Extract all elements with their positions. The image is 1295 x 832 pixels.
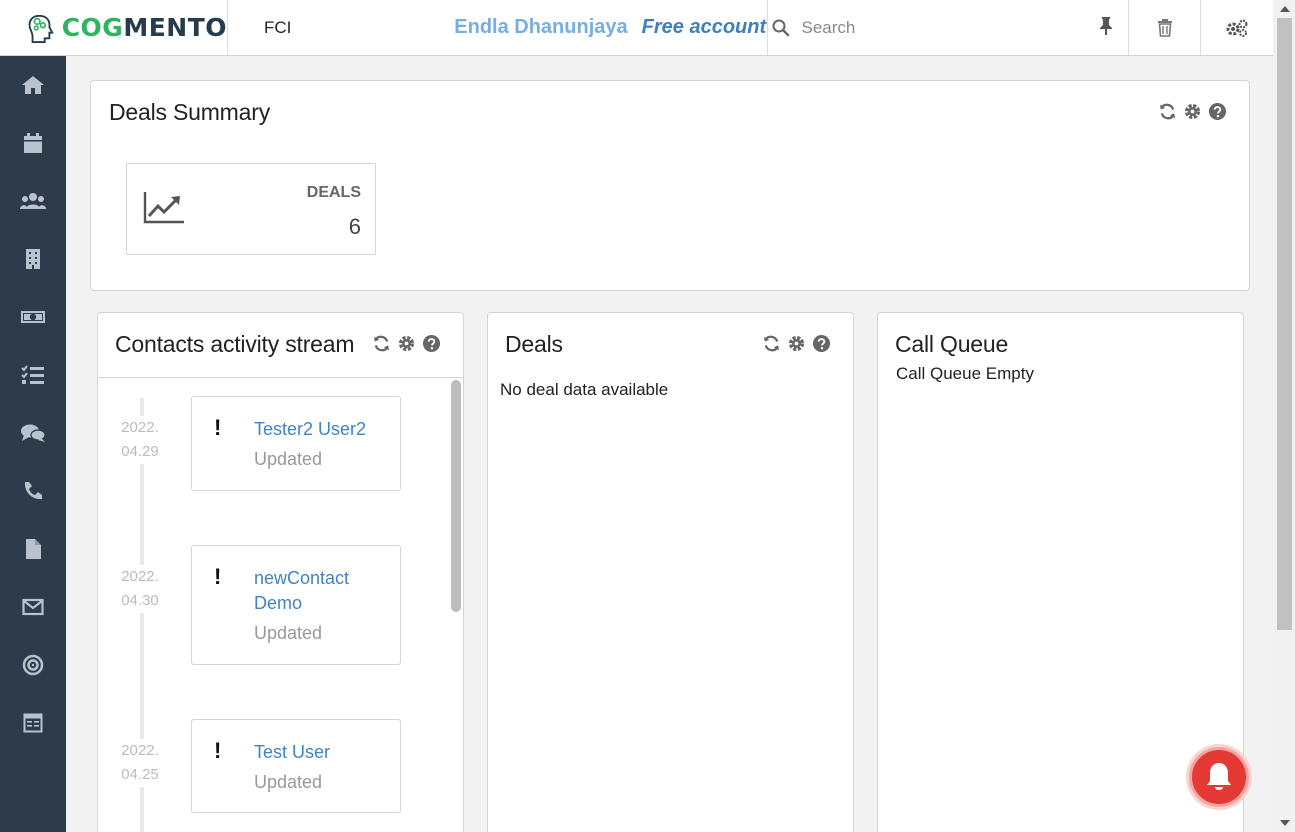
card-tools	[1158, 102, 1227, 121]
alert-icon: !	[214, 415, 222, 440]
deals-summary-title: Deals Summary	[109, 99, 270, 125]
deals-icon	[21, 311, 45, 323]
help-icon[interactable]	[1208, 102, 1227, 121]
alert-icon: !	[214, 738, 222, 763]
deals-stat-label: DEALS	[306, 184, 361, 201]
documents-icon	[26, 539, 41, 559]
forms-icon	[23, 713, 43, 733]
entry-contact-link[interactable]: Test User	[254, 740, 384, 765]
pin-icon[interactable]	[1098, 16, 1114, 36]
deals-empty-message: No deal data available	[500, 380, 669, 399]
activity-title: Contacts activity stream	[115, 331, 355, 357]
deals-stat-box[interactable]: DEALS 6	[126, 163, 376, 255]
deals-title: Deals	[505, 331, 563, 357]
sidebar-item-cases[interactable]	[0, 404, 66, 462]
calendar-icon	[24, 133, 42, 153]
user-name: Endla Dhanunjaya	[454, 16, 628, 38]
search-icon	[772, 19, 789, 36]
sidebar-item-calendar[interactable]	[0, 114, 66, 172]
deals-card: Deals No deal data available	[487, 312, 854, 832]
entry-contact-link[interactable]: newContact Demo	[254, 566, 384, 616]
bell-icon	[1207, 763, 1231, 790]
sidebar-item-calls[interactable]	[0, 462, 66, 520]
line-chart-icon	[143, 192, 184, 224]
card-tools	[372, 334, 441, 353]
logo[interactable]: COGMENTO	[0, 0, 228, 55]
search-input[interactable]	[801, 17, 1062, 38]
call-queue-empty-message: Call Queue Empty	[896, 364, 1034, 383]
entry-card: ! newContact Demo Updated	[191, 545, 401, 665]
tasks-icon	[21, 365, 44, 384]
scroll-thumb[interactable]	[1277, 18, 1292, 630]
entry-card: ! Tester2 User2 Updated	[191, 396, 401, 491]
settings-button[interactable]	[1201, 0, 1273, 55]
gear-icon[interactable]	[397, 334, 416, 353]
sidebar-item-home[interactable]	[0, 56, 66, 114]
logo-text: COGMENTO	[61, 13, 227, 42]
help-icon[interactable]	[422, 334, 441, 353]
account-type: Free account	[642, 0, 768, 55]
campaigns-icon	[22, 654, 44, 676]
entry-status: Updated	[254, 623, 323, 643]
top-header: COGMENTO FCI Endla Dhanunjaya Free accou…	[0, 0, 1273, 56]
companies-icon	[26, 249, 40, 269]
sidebar-item-documents[interactable]	[0, 520, 66, 578]
entry-card: ! Test User Updated	[191, 719, 401, 813]
refresh-icon[interactable]	[1158, 102, 1177, 121]
contacts-activity-card: Contacts activity stream 2022. 04.29 ! Te…	[97, 312, 464, 832]
feed-scrollbar[interactable]	[451, 380, 461, 612]
cases-icon	[21, 424, 46, 442]
sidebar-item-forms[interactable]	[0, 694, 66, 752]
alert-icon: !	[214, 564, 222, 589]
home-icon	[22, 76, 44, 94]
trash-button[interactable]	[1129, 0, 1202, 55]
company-name: FCI	[264, 17, 292, 37]
gear-icon[interactable]	[787, 334, 806, 353]
gears-icon	[1226, 18, 1248, 37]
entry-date: 2022. 04.25	[112, 739, 168, 787]
entry-status: Updated	[254, 772, 323, 792]
call-queue-card: Call Queue Call Queue Empty	[877, 312, 1244, 832]
sidebar-item-campaigns[interactable]	[0, 636, 66, 694]
refresh-icon[interactable]	[762, 334, 781, 353]
entry-date: 2022. 04.29	[112, 416, 168, 464]
sidebar-item-deals[interactable]	[0, 288, 66, 346]
page-scrollbar[interactable]	[1274, 0, 1295, 832]
email-icon	[22, 598, 44, 616]
deals-summary-card: Deals Summary DEALS 6	[90, 80, 1250, 291]
contacts-icon	[20, 193, 46, 209]
entry-contact-link[interactable]: Tester2 User2	[254, 417, 384, 442]
sidebar-item-tasks[interactable]	[0, 346, 66, 404]
sidebar-item-companies[interactable]	[0, 230, 66, 288]
entry-status: Updated	[254, 449, 323, 469]
scroll-up-arrow[interactable]	[1280, 6, 1290, 12]
deals-stat-value: 6	[348, 214, 361, 239]
brain-head-icon	[28, 14, 54, 43]
call-queue-title: Call Queue	[895, 331, 1009, 357]
trash-icon	[1157, 19, 1172, 37]
card-tools	[762, 334, 831, 353]
notifications-button[interactable]	[1189, 747, 1249, 807]
help-icon[interactable]	[812, 334, 831, 353]
refresh-icon[interactable]	[372, 334, 391, 353]
entry-date: 2022. 04.30	[112, 565, 168, 613]
calls-icon	[24, 482, 42, 500]
sidebar-item-contacts[interactable]	[0, 172, 66, 230]
activity-feed[interactable]: 2022. 04.29 ! Tester2 User2 Updated 2022.…	[98, 377, 463, 832]
search-bar	[768, 0, 1130, 55]
sidebar	[0, 56, 66, 832]
gear-icon[interactable]	[1183, 102, 1202, 121]
sidebar-item-email[interactable]	[0, 578, 66, 636]
scroll-down-arrow[interactable]	[1280, 820, 1290, 826]
